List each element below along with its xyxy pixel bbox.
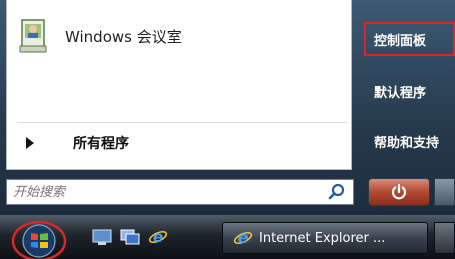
default-programs-label: 默认程序 <box>374 85 427 101</box>
switch-windows-icon[interactable] <box>120 228 140 246</box>
help-and-support-link[interactable]: 帮助和支持 <box>364 124 455 158</box>
internet-explorer-icon[interactable]: e <box>148 228 168 246</box>
default-programs-link[interactable]: 默认程序 <box>364 74 455 108</box>
start-menu: Windows 会议室 所有程序 控制面板 默认程序 帮助和支持 <box>0 0 455 215</box>
taskbar-button-partial[interactable] <box>434 222 455 254</box>
power-button[interactable] <box>368 178 430 206</box>
all-programs-label: 所有程序 <box>73 136 129 152</box>
search-icon[interactable] <box>327 182 347 202</box>
program-item-windows-meeting-space[interactable]: Windows 会议室 <box>19 16 182 56</box>
lock-button[interactable] <box>434 178 455 206</box>
all-programs-item[interactable]: 所有程序 <box>17 122 347 163</box>
control-panel-label: 控制面板 <box>374 33 427 49</box>
task-button-label: Internet Explorer ... <box>259 230 386 246</box>
control-panel-link[interactable]: 控制面板 <box>364 22 455 56</box>
show-desktop-icon[interactable] <box>92 228 112 246</box>
search-input[interactable] <box>7 180 327 204</box>
svg-text:e: e <box>238 228 249 247</box>
internet-explorer-icon: e <box>233 228 253 247</box>
start-search-box[interactable] <box>6 179 354 205</box>
help-and-support-label: 帮助和支持 <box>374 135 440 151</box>
power-icon <box>391 183 407 200</box>
arrow-right-icon <box>26 137 34 149</box>
program-label: Windows 会议室 <box>65 27 182 46</box>
start-menu-program-list: Windows 会议室 所有程序 <box>6 0 352 170</box>
svg-text:e: e <box>153 228 163 246</box>
internet-explorer-task-button[interactable]: e Internet Explorer ... <box>222 222 428 254</box>
windows-orb-icon[interactable] <box>10 217 68 259</box>
meeting-space-icon <box>19 19 47 53</box>
